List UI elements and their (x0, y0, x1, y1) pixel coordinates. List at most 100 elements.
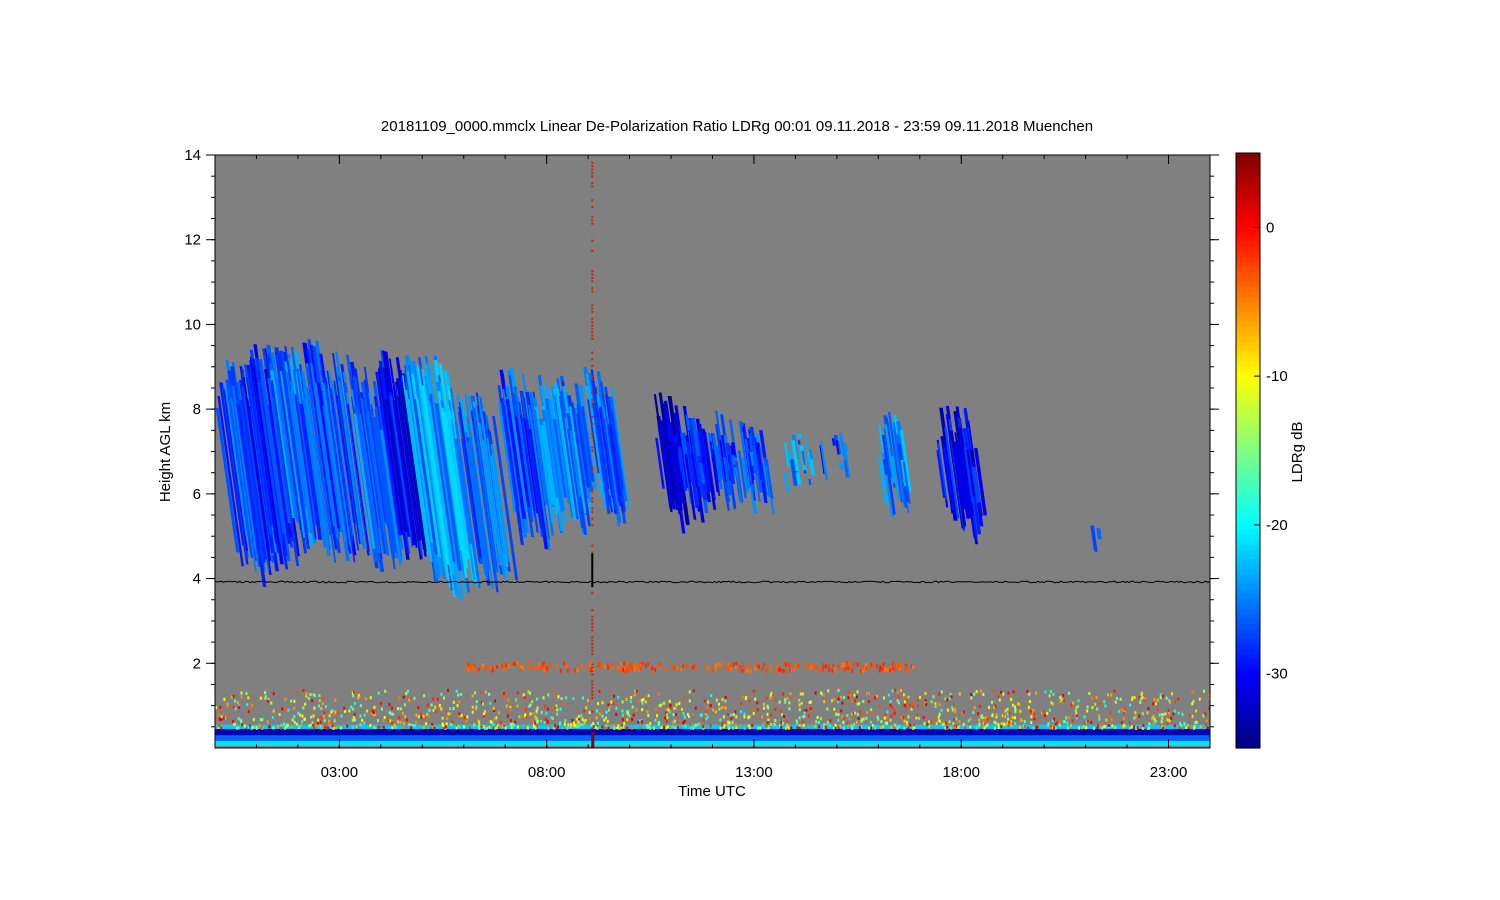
colorbar-segment (1236, 326, 1260, 333)
colorbar-segment (1236, 202, 1260, 209)
chart-title: 20181109_0000.mmclx Linear De-Polarizati… (381, 118, 1093, 135)
colorbar-segment (1236, 718, 1260, 724)
colorbar-segment (1236, 624, 1260, 630)
colorbar-tick-label: -10 (1266, 368, 1288, 385)
x-tick-label: 18:00 (942, 764, 980, 781)
colorbar-segment (1236, 470, 1260, 476)
colorbar-segment (1236, 237, 1260, 243)
colorbar-segment (1236, 490, 1260, 496)
colorbar-segment (1236, 410, 1260, 417)
colorbar-segment (1236, 425, 1260, 432)
colorbar-segment (1236, 728, 1260, 734)
y-tick-label: 4 (193, 571, 201, 588)
colorbar-segment (1236, 405, 1260, 412)
colorbar-segment (1236, 460, 1260, 466)
colorbar-segment (1236, 386, 1260, 392)
colorbar-segment (1236, 341, 1260, 347)
colorbar-segment (1236, 157, 1260, 164)
colorbar-segment (1236, 450, 1260, 457)
colorbar-segment (1236, 227, 1260, 233)
colorbar-segment (1236, 529, 1260, 536)
colorbar-segment (1236, 242, 1260, 248)
colorbar-segment (1236, 708, 1260, 714)
colorbar-segment (1236, 534, 1260, 541)
colorbar-segment (1236, 336, 1260, 343)
x-tick-label: 08:00 (528, 764, 566, 781)
colorbar-segment (1236, 574, 1260, 581)
colorbar-segment (1236, 167, 1260, 174)
colorbar-segment (1236, 539, 1260, 546)
colorbar-segment (1236, 633, 1260, 640)
colorbar-segment (1236, 331, 1260, 338)
colorbar-segment (1236, 579, 1260, 585)
y-axis-label: Height AGL km (157, 402, 174, 502)
colorbar-segment (1236, 356, 1260, 362)
colorbar-segment (1236, 311, 1260, 318)
colorbar-segment (1236, 301, 1260, 308)
colorbar-segment (1236, 153, 1260, 159)
x-tick-label: 23:00 (1150, 764, 1188, 781)
colorbar-segment (1236, 272, 1260, 278)
colorbar-segment (1236, 599, 1260, 605)
colorbar-segment (1236, 445, 1260, 452)
x-tick-label: 13:00 (735, 764, 773, 781)
colorbar-segment (1236, 361, 1260, 367)
colorbar-segment (1236, 559, 1260, 566)
colorbar-segment (1236, 232, 1260, 238)
colorbar-segment (1236, 658, 1260, 665)
colorbar-segment (1236, 510, 1260, 516)
colorbar-segment (1236, 182, 1260, 189)
colorbar-segment (1236, 257, 1260, 263)
colorbar-segment (1236, 663, 1260, 670)
colorbar-segment (1236, 455, 1260, 462)
y-tick-label: 14 (184, 147, 201, 164)
colorbar-segment (1236, 321, 1260, 328)
colorbar-segment (1236, 549, 1260, 556)
colorbar-segment (1236, 286, 1260, 293)
colorbar-segment (1236, 505, 1260, 511)
colorbar-segment (1236, 395, 1260, 402)
colorbar-segment (1236, 698, 1260, 704)
colorbar-segment (1236, 673, 1260, 680)
colorbar-segment (1236, 192, 1260, 199)
boundary-layer-band (215, 728, 1210, 736)
colorbar-segment (1236, 544, 1260, 551)
colorbar-segment (1236, 415, 1260, 422)
colorbar-segment (1236, 400, 1260, 407)
colorbar-segment (1236, 480, 1260, 486)
colorbar-segment (1236, 693, 1260, 700)
colorbar-segment (1236, 391, 1260, 397)
colorbar-segment (1236, 435, 1260, 442)
colorbar-segment (1236, 703, 1260, 709)
colorbar-segment (1236, 653, 1260, 660)
colorbar-segment (1236, 678, 1260, 685)
colorbar-segment (1236, 440, 1260, 447)
colorbar-segment (1236, 366, 1260, 372)
colorbar-segment (1236, 500, 1260, 506)
y-tick-label: 10 (184, 316, 201, 333)
colorbar-segment (1236, 589, 1260, 595)
colorbar-segment (1236, 495, 1260, 501)
ldr-heatmap-chart: 20181109_0000.mmclx Linear De-Polarizati… (157, 118, 1306, 800)
colorbar-segment (1236, 281, 1260, 288)
colorbar-segment (1236, 564, 1260, 571)
colorbar-tick-label: -20 (1266, 517, 1288, 534)
x-axis-label: Time UTC (678, 783, 746, 800)
x-tick-label: 03:00 (321, 764, 359, 781)
boundary-layer-band (215, 735, 1210, 741)
colorbar-segment (1236, 688, 1260, 695)
colorbar-segment (1236, 713, 1260, 719)
colorbar-segment (1236, 346, 1260, 352)
colorbar-label: LDRg dB (1289, 422, 1306, 483)
colorbar-gradient: 0 -10 -20 -30 (1236, 153, 1288, 749)
colorbar-segment (1236, 643, 1260, 650)
colorbar-segment (1236, 638, 1260, 645)
colorbar-segment (1236, 291, 1260, 298)
colorbar-segment (1236, 465, 1260, 471)
colorbar-segment (1236, 207, 1260, 214)
colorbar-segment (1236, 594, 1260, 600)
colorbar-segment (1236, 569, 1260, 576)
colorbar-segment (1236, 420, 1260, 427)
colorbar-segment (1236, 252, 1260, 258)
colorbar-tick-label: 0 (1266, 219, 1274, 236)
